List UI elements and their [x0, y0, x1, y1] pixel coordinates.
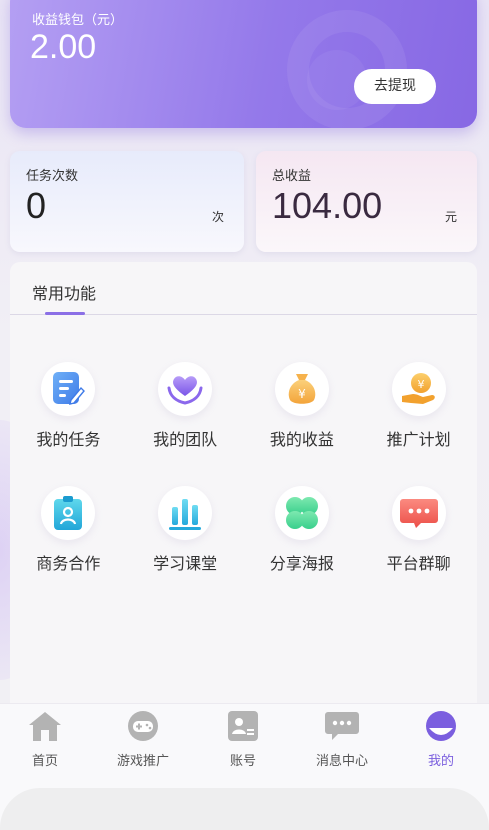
feature-label: 商务合作 — [36, 554, 101, 573]
gamepad-icon — [126, 710, 160, 746]
account-card-icon — [226, 710, 260, 746]
tab-home[interactable]: 首页 — [0, 710, 94, 769]
tab-mine[interactable]: 我的 — [392, 710, 489, 769]
feature-my-team[interactable]: 我的团队 — [127, 362, 244, 450]
feature-my-tasks[interactable]: 我的任务 — [10, 362, 127, 450]
clover-icon — [274, 486, 329, 540]
id-badge-icon — [41, 486, 96, 540]
tab-message-center[interactable]: 消息中心 — [293, 710, 391, 769]
panel-title-underline — [45, 312, 85, 315]
task-count-label: 任务次数 — [26, 169, 79, 184]
wallet-amount: 2.00 — [30, 28, 97, 66]
panel-title: 常用功能 — [32, 284, 97, 303]
feature-label: 学习课堂 — [153, 554, 218, 573]
feature-platform-group-chat[interactable]: 平台群聊 — [360, 486, 477, 574]
svg-text:¥: ¥ — [417, 378, 424, 391]
feature-label: 我的团队 — [153, 430, 218, 449]
hand-coin-icon: ¥ — [391, 362, 446, 416]
message-icon — [324, 710, 360, 746]
tab-account[interactable]: 账号 — [194, 710, 292, 769]
app-screen: 收益钱包（元） 2.00 去提现 任务次数 0 次 总收益 104.00 元 常… — [0, 0, 489, 830]
total-earnings-value: 104.00 — [272, 185, 383, 226]
feature-label: 我的收益 — [269, 430, 334, 449]
team-heart-icon — [158, 362, 213, 416]
common-features-panel: 常用功能 我的任务 我的团队 ¥ 我的收益 ¥ 推广计划 商务合作 学习课堂 分… — [10, 262, 477, 712]
feature-label: 平台群聊 — [386, 554, 451, 573]
tab-label: 首页 — [31, 754, 58, 769]
home-indicator-area — [0, 788, 489, 830]
tab-label: 消息中心 — [315, 754, 368, 769]
feature-label: 推广计划 — [386, 430, 451, 449]
home-icon — [28, 710, 62, 746]
tab-label: 账号 — [229, 754, 256, 769]
feature-learning-class[interactable]: 学习课堂 — [127, 486, 244, 574]
total-earnings-card: 总收益 104.00 元 — [256, 151, 477, 252]
wallet-label: 收益钱包（元） — [32, 13, 124, 28]
task-count-card: 任务次数 0 次 — [10, 151, 244, 252]
total-earnings-unit: 元 — [444, 210, 457, 224]
tab-label: 我的 — [427, 754, 454, 769]
feature-grid: 我的任务 我的团队 ¥ 我的收益 ¥ 推广计划 商务合作 学习课堂 分享海报 平… — [10, 362, 477, 574]
feature-share-poster[interactable]: 分享海报 — [244, 486, 361, 574]
feature-label: 分享海报 — [269, 554, 334, 573]
bar-chart-icon — [158, 486, 213, 540]
tab-game-promotion[interactable]: 游戏推广 — [94, 710, 192, 769]
svg-text:¥: ¥ — [298, 387, 306, 401]
tab-label: 游戏推广 — [116, 754, 169, 769]
money-bag-icon: ¥ — [274, 362, 329, 416]
feature-label: 我的任务 — [36, 430, 101, 449]
feature-promotion-plan[interactable]: ¥ 推广计划 — [360, 362, 477, 450]
profile-icon — [424, 710, 458, 746]
task-count-value: 0 — [26, 185, 47, 226]
task-count-unit: 次 — [211, 210, 224, 224]
feature-business-cooperation[interactable]: 商务合作 — [10, 486, 127, 574]
total-earnings-label: 总收益 — [272, 169, 312, 184]
task-list-icon — [41, 362, 96, 416]
chat-bubble-icon — [391, 486, 446, 540]
wallet-card: 收益钱包（元） 2.00 去提现 — [10, 0, 477, 128]
feature-my-earnings[interactable]: ¥ 我的收益 — [244, 362, 361, 450]
withdraw-button[interactable]: 去提现 — [354, 69, 436, 104]
